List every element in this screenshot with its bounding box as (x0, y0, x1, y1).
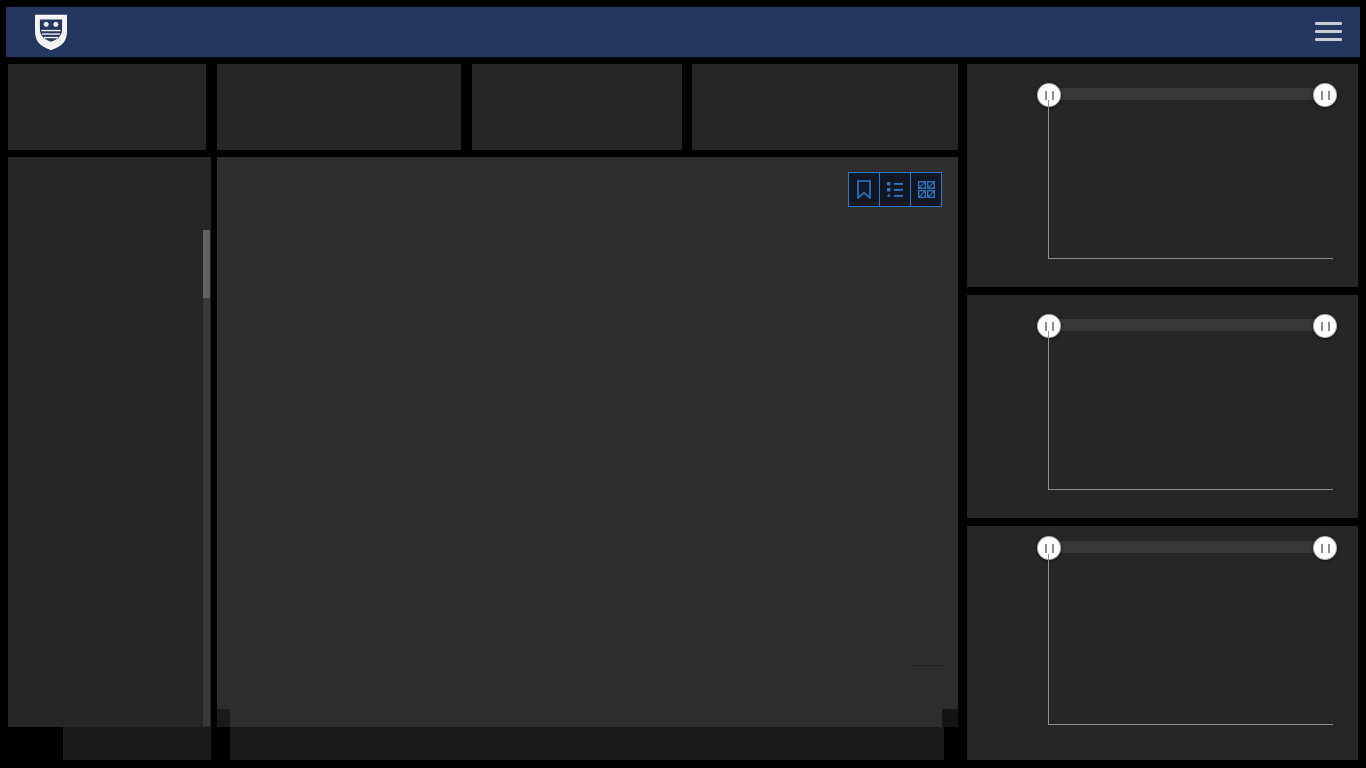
map[interactable] (217, 157, 958, 727)
zoom-out-button[interactable] (912, 666, 945, 698)
scrollbar-thumb[interactable] (203, 230, 210, 298)
country-list-title (8, 157, 211, 175)
basemap-button[interactable] (910, 173, 941, 206)
bookmark-button[interactable] (849, 173, 879, 206)
time-range-slider[interactable] (1048, 319, 1332, 331)
daily-deaths-chart-panel (967, 295, 1358, 518)
map-attribution (217, 709, 230, 727)
vaccine-tile (692, 64, 958, 150)
legend-button[interactable] (879, 173, 910, 206)
cumulative-pager (230, 727, 944, 760)
last-updated-panel (8, 64, 206, 150)
list-scrollbar[interactable] (203, 230, 210, 726)
country-list-panel (8, 157, 211, 727)
zoom-in-button[interactable] (912, 633, 945, 666)
y-axis-title (977, 100, 997, 258)
app-header (6, 7, 1360, 57)
bookmark-icon (857, 180, 871, 199)
time-range-slider[interactable] (1048, 88, 1332, 100)
map-toolbar (848, 172, 942, 207)
basemap-gallery-icon (918, 181, 935, 198)
y-axis-title (977, 554, 997, 724)
menu-icon[interactable] (1315, 22, 1342, 41)
time-range-slider[interactable] (1048, 541, 1332, 553)
cases-tile (217, 64, 461, 150)
powered-by-esri (942, 709, 958, 727)
legend-icon (887, 181, 903, 198)
y-axis-title (977, 331, 997, 489)
daily-cases-plot[interactable] (1048, 100, 1333, 259)
vaccine-doses-chart-panel (967, 526, 1358, 760)
daily-cases-chart-panel (967, 64, 1358, 287)
admin-pager (63, 727, 211, 760)
deaths-tile (472, 64, 682, 150)
vaccine-doses-plot[interactable] (1048, 554, 1333, 725)
jhu-logo (34, 14, 68, 50)
map-zoom-control (912, 633, 945, 698)
covid-dashboard (0, 0, 1366, 768)
daily-deaths-plot[interactable] (1048, 331, 1333, 490)
